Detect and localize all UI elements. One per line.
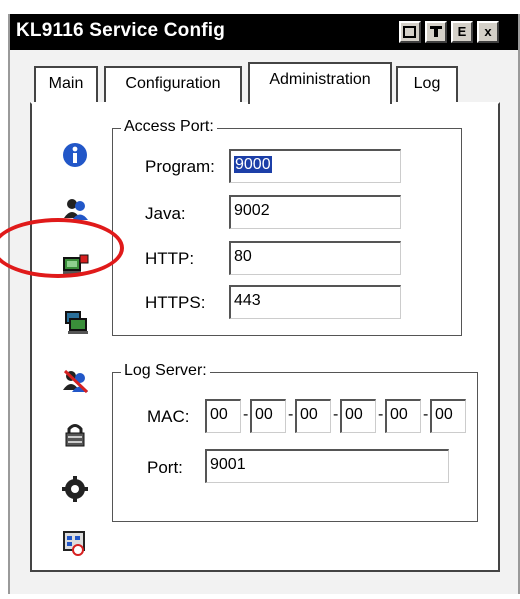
mac-label: MAC: — [147, 407, 190, 426]
service-config-window: KL9116 Service Config E x Main Configura… — [8, 14, 520, 594]
calendar-alarm-icon[interactable] — [62, 530, 88, 561]
tab-administration[interactable]: Administration — [248, 62, 392, 104]
http-label: HTTP: — [145, 249, 195, 268]
https-port-field[interactable]: 443 — [229, 285, 401, 319]
log-server-group: Log Server: MAC: 00 - 00 - 00 - 00 - 00 … — [112, 362, 478, 522]
tab-configuration[interactable]: Configuration — [104, 66, 242, 102]
info-icon[interactable] — [62, 142, 88, 173]
mac-octet-4[interactable]: 00 — [340, 399, 376, 433]
window-body: Main Configuration Administration Log Ac… — [10, 50, 518, 594]
computer-icon[interactable] — [62, 310, 90, 341]
administration-panel: Access Port: Program: 9000 Java: 9002 HT… — [30, 102, 500, 572]
filter-button[interactable] — [425, 21, 447, 43]
lock-icon[interactable] — [62, 422, 88, 453]
filter-icon — [430, 26, 442, 37]
mac-octet-5[interactable]: 00 — [385, 399, 421, 433]
export-button[interactable]: E — [451, 21, 473, 43]
tab-log[interactable]: Log — [396, 66, 458, 102]
close-icon: x — [484, 24, 492, 39]
https-label: HTTPS: — [145, 293, 206, 312]
mac-separator: - — [423, 406, 429, 423]
gear-icon[interactable] — [62, 476, 88, 507]
mac-separator: - — [333, 406, 339, 423]
tab-main[interactable]: Main — [34, 66, 98, 102]
window-icon — [403, 26, 416, 38]
program-port-value: 9000 — [234, 156, 272, 173]
log-server-legend: Log Server: — [121, 362, 210, 380]
mac-separator: - — [243, 406, 249, 423]
program-port-field[interactable]: 9000 — [229, 149, 401, 183]
java-label: Java: — [145, 204, 186, 223]
mac-octet-2[interactable]: 00 — [250, 399, 286, 433]
mac-octet-6[interactable]: 00 — [430, 399, 466, 433]
window-title: KL9116 Service Config — [16, 20, 226, 41]
export-icon: E — [457, 24, 467, 39]
program-label: Program: — [145, 157, 215, 176]
title-bar[interactable]: KL9116 Service Config E x — [10, 14, 518, 50]
mac-octet-1[interactable]: 00 — [205, 399, 241, 433]
users-icon[interactable] — [62, 196, 90, 227]
log-port-label: Port: — [147, 458, 183, 477]
user-remove-icon[interactable] — [62, 368, 90, 399]
java-port-field[interactable]: 9002 — [229, 195, 401, 229]
http-port-field[interactable]: 80 — [229, 241, 401, 275]
network-computer-icon[interactable] — [62, 252, 90, 283]
mac-separator: - — [378, 406, 384, 423]
access-port-legend: Access Port: — [121, 118, 217, 136]
mac-separator: - — [288, 406, 294, 423]
restore-window-button[interactable] — [399, 21, 421, 43]
access-port-group: Access Port: Program: 9000 Java: 9002 HT… — [112, 118, 462, 336]
log-port-field[interactable]: 9001 — [205, 449, 449, 483]
close-button[interactable]: x — [477, 21, 499, 43]
mac-octet-3[interactable]: 00 — [295, 399, 331, 433]
